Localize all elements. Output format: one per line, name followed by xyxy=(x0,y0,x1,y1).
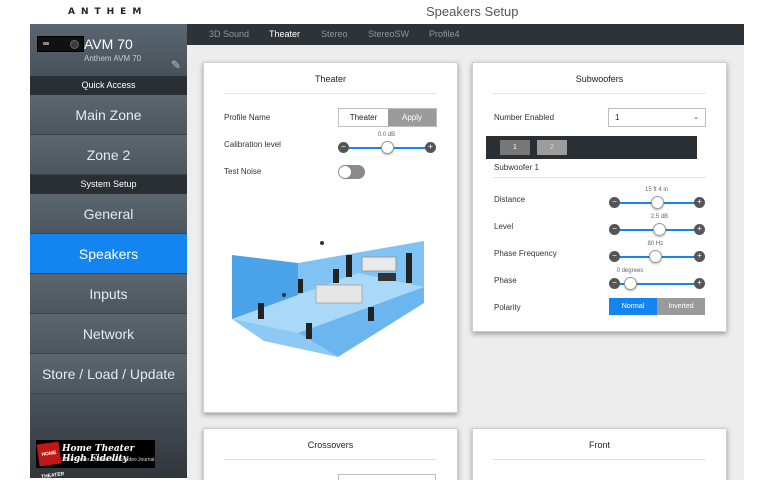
hthf-badge: HOME THEATER xyxy=(36,441,65,478)
number-enabled-label: Number Enabled xyxy=(494,113,555,122)
profile-name-group: Theater Apply xyxy=(338,108,437,127)
level-value: 2.5 dB xyxy=(650,214,669,220)
minus-icon[interactable]: − xyxy=(609,224,620,235)
polarity-toggle: Normal Inverted xyxy=(609,298,705,315)
phase-frequency-label: Phase Frequency xyxy=(494,249,557,258)
crossover-select[interactable] xyxy=(338,474,436,480)
hthf-subtitle: The Premier On-Line Audio/Video Journal xyxy=(62,457,155,463)
front-card-title: Front xyxy=(588,440,610,450)
test-noise-toggle[interactable] xyxy=(338,165,365,179)
plus-icon[interactable]: + xyxy=(694,197,705,208)
polarity-label: Polarity xyxy=(494,303,521,312)
subwoofer-1-button[interactable]: 1 xyxy=(500,140,530,155)
minus-icon[interactable]: − xyxy=(609,251,620,262)
sidebar-item-general[interactable]: General xyxy=(30,194,187,234)
calibration-value: 0.0 dB xyxy=(377,132,396,138)
crossovers-card-title: Crossovers xyxy=(307,440,354,450)
chevron-down-icon: ⌄ xyxy=(693,114,699,121)
device-name: AVM 70 xyxy=(84,36,133,52)
device-model: Anthem AVM 70 xyxy=(84,54,142,63)
device-image xyxy=(37,36,84,52)
distance-value: 15 ft 4 in xyxy=(644,187,669,193)
tab-stereo[interactable]: Stereo xyxy=(321,29,348,39)
subwoofer-selector-bar: 1 2 xyxy=(486,136,697,159)
front-card: Front xyxy=(472,428,727,480)
subwoofer-1-label: Subwoofer 1 xyxy=(494,163,539,172)
subwoofers-card-title: Subwoofers xyxy=(575,74,624,84)
theater-card: Theater Profile Name Theater Apply Calib… xyxy=(203,62,458,413)
slider-thumb[interactable] xyxy=(649,250,663,263)
sidebar-item-main-zone[interactable]: Main Zone xyxy=(30,95,187,135)
phase-label: Phase xyxy=(494,276,517,285)
crossovers-card: Crossovers xyxy=(203,428,458,480)
apply-button[interactable]: Apply xyxy=(388,109,436,126)
minus-icon[interactable]: − xyxy=(609,278,620,289)
profile-name-field[interactable]: Theater xyxy=(339,109,388,126)
minus-icon[interactable]: − xyxy=(609,197,620,208)
phase-slider[interactable]: − + 0 degrees xyxy=(609,268,705,291)
device-header: AVM 70 Anthem AVM 70 ✎ xyxy=(30,24,187,76)
tab-theater[interactable]: Theater xyxy=(269,29,300,39)
distance-slider[interactable]: − + 15 ft 4 in xyxy=(609,187,705,210)
phase-frequency-value: 80 Hz xyxy=(647,241,664,247)
slider-thumb[interactable] xyxy=(653,223,667,236)
slider-thumb[interactable] xyxy=(380,141,394,154)
theater-card-title: Theater xyxy=(314,74,347,84)
subwoofers-card: Subwoofers Number Enabled 1 ⌄ Subwoofer … xyxy=(472,62,727,332)
slider-thumb[interactable] xyxy=(623,277,637,290)
profile-tabs: 3D Sound Theater Stereo StereoSW Profile… xyxy=(187,24,744,45)
plus-icon[interactable]: + xyxy=(694,224,705,235)
subwoofer-2-button[interactable]: 2 xyxy=(537,140,567,155)
profile-name-label: Profile Name xyxy=(224,113,271,122)
quick-access-header: Quick Access xyxy=(30,76,187,95)
number-enabled-value: 1 xyxy=(615,113,620,122)
polarity-inverted-button[interactable]: Inverted xyxy=(657,298,705,315)
hthf-watermark-logo: HOME THEATER Home Theater High Fidelity … xyxy=(36,440,155,478)
level-label: Level xyxy=(494,222,514,231)
phase-frequency-slider[interactable]: − + 80 Hz xyxy=(609,241,705,264)
calibration-level-label: Calibration level xyxy=(224,140,281,149)
sidebar: AVM 70 Anthem AVM 70 ✎ Quick Access Main… xyxy=(30,24,187,478)
room-illustration xyxy=(232,241,424,357)
tab-profile4[interactable]: Profile4 xyxy=(429,29,460,39)
distance-label: Distance xyxy=(494,195,526,204)
calibration-slider[interactable]: − + 0.0 dB xyxy=(338,132,436,155)
test-noise-label: Test Noise xyxy=(224,167,262,176)
phase-value: 0 degrees xyxy=(616,268,644,274)
tab-3d-sound[interactable]: 3D Sound xyxy=(209,29,249,39)
minus-icon[interactable]: − xyxy=(338,142,349,153)
sidebar-item-zone-2[interactable]: Zone 2 xyxy=(30,135,187,175)
edit-icon[interactable]: ✎ xyxy=(171,58,181,72)
level-slider[interactable]: − + 2.5 dB xyxy=(609,214,705,237)
number-enabled-select[interactable]: 1 ⌄ xyxy=(608,108,706,127)
sidebar-item-inputs[interactable]: Inputs xyxy=(30,274,187,314)
plus-icon[interactable]: + xyxy=(694,251,705,262)
sidebar-item-speakers[interactable]: Speakers xyxy=(30,234,187,274)
tab-stereosw[interactable]: StereoSW xyxy=(368,29,409,39)
system-setup-header: System Setup xyxy=(30,175,187,194)
plus-icon[interactable]: + xyxy=(694,278,705,289)
page-title: Speakers Setup xyxy=(426,4,519,19)
polarity-normal-button[interactable]: Normal xyxy=(609,298,657,315)
sidebar-item-network[interactable]: Network xyxy=(30,314,187,354)
slider-thumb[interactable] xyxy=(650,196,664,209)
speakers-setup-page: ANTHEM Speakers Setup AVM 70 Anthem AVM … xyxy=(0,0,774,480)
plus-icon[interactable]: + xyxy=(425,142,436,153)
anthem-logo: ANTHEM xyxy=(68,7,148,17)
sidebar-item-store-load-update[interactable]: Store / Load / Update xyxy=(30,354,187,394)
